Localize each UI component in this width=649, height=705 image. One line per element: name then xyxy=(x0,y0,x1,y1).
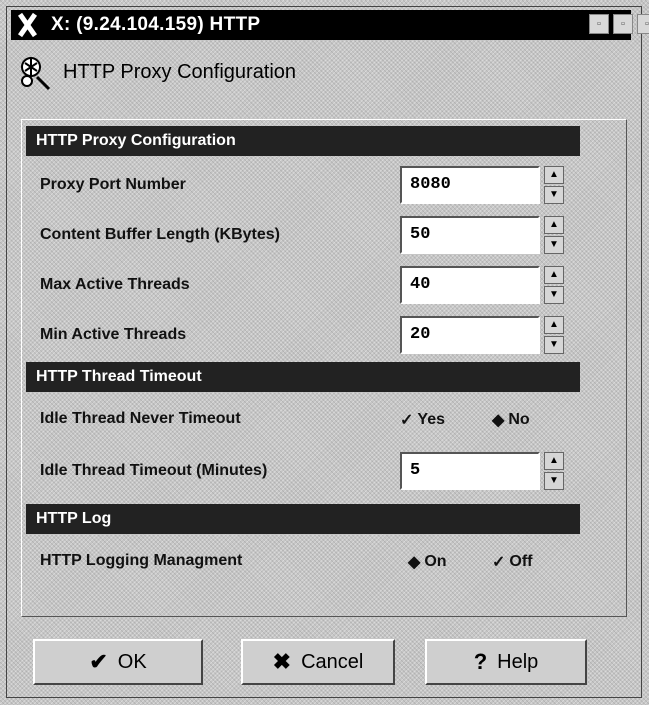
content-buffer-input[interactable]: 50 xyxy=(400,216,540,254)
diamond-icon: ◆ xyxy=(492,412,505,429)
radio-never-timeout-no[interactable]: ◆ No xyxy=(492,410,530,430)
maximize-button[interactable]: ▫ xyxy=(613,14,633,34)
spin-down-icon[interactable]: ▼ xyxy=(544,286,564,304)
spin-up-icon[interactable]: ▲ xyxy=(544,166,564,184)
spin-up-icon[interactable]: ▲ xyxy=(544,266,564,284)
help-button[interactable]: ? Help xyxy=(425,639,587,685)
section-proxy-configuration: HTTP Proxy Configuration xyxy=(26,126,580,156)
window-controls: ▫ ▫ ▫ xyxy=(589,14,649,34)
dialog-header: HTTP Proxy Configuration xyxy=(17,53,296,91)
radio-never-timeout-yes[interactable]: ✓ Yes xyxy=(400,410,445,430)
radio-logging-on[interactable]: ◆ On xyxy=(408,552,447,572)
min-threads-input[interactable]: 20 xyxy=(400,316,540,354)
x-logo-icon xyxy=(11,10,45,40)
checkmark-icon: ✓ xyxy=(400,412,414,429)
spin-down-icon[interactable]: ▼ xyxy=(544,186,564,204)
radio-logging-off[interactable]: ✓ Off xyxy=(492,552,533,572)
config-panel: HTTP Proxy Configuration Proxy Port Numb… xyxy=(21,119,627,617)
minimize-button[interactable]: ▫ xyxy=(589,14,609,34)
spin-down-icon[interactable]: ▼ xyxy=(544,236,564,254)
proxy-port-spinner[interactable]: ▲ ▼ xyxy=(544,166,564,204)
ok-button[interactable]: ✔ OK xyxy=(33,639,203,685)
idle-timeout-spinner[interactable]: ▲ ▼ xyxy=(544,452,564,490)
cancel-button[interactable]: ✖ Cancel xyxy=(241,639,395,685)
proxy-port-input[interactable]: 8080 xyxy=(400,166,540,204)
never-timeout-label: Idle Thread Never Timeout xyxy=(40,410,241,427)
max-threads-label: Max Active Threads xyxy=(40,276,190,293)
network-icon xyxy=(17,53,55,91)
section-thread-timeout: HTTP Thread Timeout xyxy=(26,362,580,392)
proxy-port-label: Proxy Port Number xyxy=(40,176,186,193)
section-http-log: HTTP Log xyxy=(26,504,580,534)
min-threads-label: Min Active Threads xyxy=(40,326,187,343)
idle-timeout-label: Idle Thread Timeout (Minutes) xyxy=(40,462,268,479)
spin-down-icon[interactable]: ▼ xyxy=(544,472,564,490)
logging-label: HTTP Logging Managment xyxy=(40,552,243,569)
idle-timeout-input[interactable]: 5 xyxy=(400,452,540,490)
content-buffer-spinner[interactable]: ▲ ▼ xyxy=(544,216,564,254)
max-threads-input[interactable]: 40 xyxy=(400,266,540,304)
spin-up-icon[interactable]: ▲ xyxy=(544,452,564,470)
title-bar[interactable]: X: (9.24.104.159) HTTP ▫ ▫ ▫ xyxy=(11,10,649,40)
check-icon: ✔ xyxy=(89,649,108,674)
max-threads-spinner[interactable]: ▲ ▼ xyxy=(544,266,564,304)
help-icon: ? xyxy=(473,649,488,674)
spin-up-icon[interactable]: ▲ xyxy=(544,316,564,334)
cancel-x-icon: ✖ xyxy=(272,649,292,674)
min-threads-spinner[interactable]: ▲ ▼ xyxy=(544,316,564,354)
dialog-window: X: (9.24.104.159) HTTP ▫ ▫ ▫ HTTP Proxy … xyxy=(6,6,649,698)
checkmark-icon: ✓ xyxy=(492,554,506,571)
dialog-title: HTTP Proxy Configuration xyxy=(63,60,297,83)
window-title: X: (9.24.104.159) HTTP xyxy=(51,14,261,35)
close-button[interactable]: ▫ xyxy=(637,14,649,34)
spin-up-icon[interactable]: ▲ xyxy=(544,216,564,234)
diamond-icon: ◆ xyxy=(408,554,421,571)
spin-down-icon[interactable]: ▼ xyxy=(544,336,564,354)
content-buffer-label: Content Buffer Length (KBytes) xyxy=(40,226,280,243)
